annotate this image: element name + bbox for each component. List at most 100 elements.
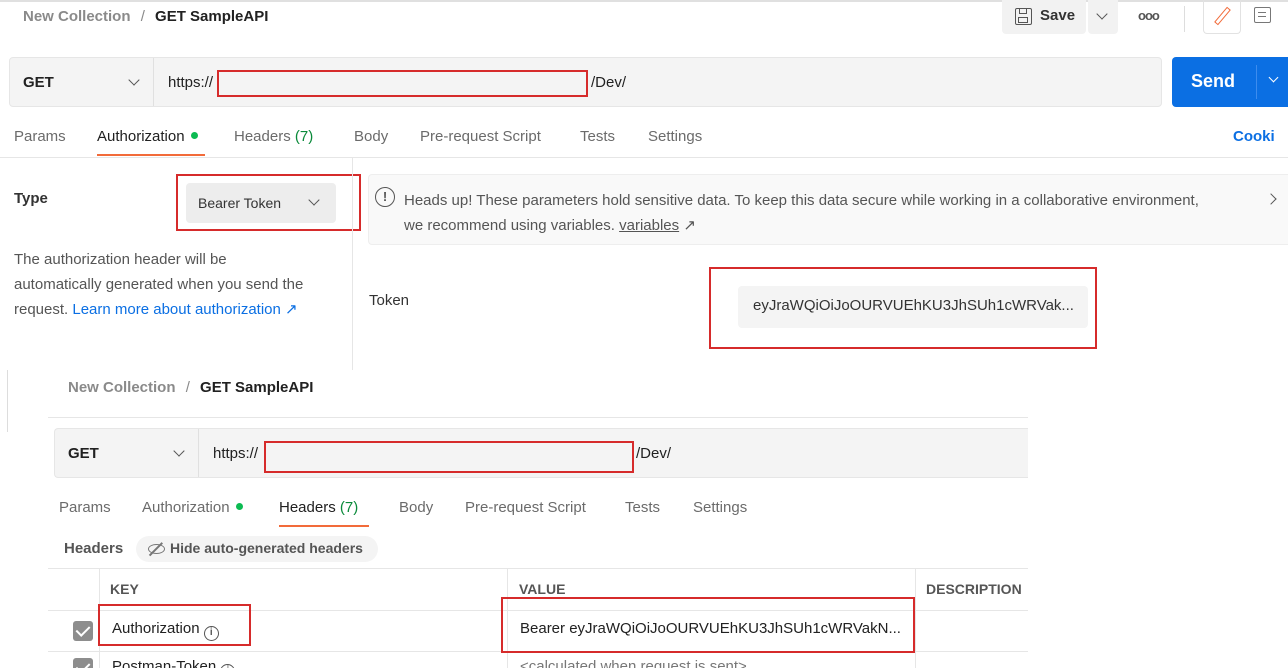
tab-authorization[interactable]: Authorization [97, 128, 198, 145]
tab-settings[interactable]: Settings [693, 499, 747, 516]
row-key-text: Authorization [112, 620, 200, 637]
url-input[interactable]: https:// /Dev/ [200, 429, 1028, 477]
external-link-icon: ↗ [683, 217, 696, 234]
tab-headers-count: (7) [339, 499, 359, 516]
url-suffix: /Dev/ [591, 74, 627, 91]
url-input[interactable]: https:// /Dev/ [155, 58, 1161, 106]
auth-column-divider [352, 158, 353, 370]
more-actions-button[interactable]: ooo [1138, 8, 1160, 23]
info-icon: ! [375, 187, 395, 207]
info-icon[interactable]: i [220, 664, 236, 668]
column-header-description: DESCRIPTION [926, 581, 1022, 597]
row-value: Bearer eyJraWQiOiJoOURVUEhKU3JhSUh1cWRVa… [520, 620, 901, 637]
tab-headers[interactable]: Headers (7) [234, 128, 313, 145]
bottom-window: New Collection / GET SampleAPI GET https… [0, 370, 1288, 668]
eye-off-icon [148, 542, 165, 556]
token-input[interactable]: eyJraWQiOiJoOURVUEhKU3JhSUh1cWRVak... [738, 286, 1088, 328]
chevron-down-icon [1096, 8, 1108, 20]
row-checkbox[interactable] [73, 621, 93, 641]
save-button[interactable]: Save [1002, 0, 1086, 34]
table-row: Postman-Token i <calculated when request… [48, 652, 1028, 668]
tab-authorization[interactable]: Authorization [142, 499, 243, 516]
row-key: Postman-Token i [112, 658, 236, 668]
tab-body[interactable]: Body [354, 128, 388, 145]
breadcrumb-request: GET SampleAPI [200, 379, 314, 396]
send-button[interactable]: Send [1172, 57, 1288, 107]
method-select[interactable]: GET [10, 58, 154, 106]
headers-title: Headers [64, 540, 124, 557]
hide-auto-headers-button[interactable]: Hide auto-generated headers [136, 536, 378, 562]
banner-line-1: Heads up! These parameters hold sensitiv… [404, 192, 1199, 209]
row-value: <calculated when request is sent> [520, 658, 747, 668]
tab-prerequest-script[interactable]: Pre-request Script [420, 128, 541, 145]
chevron-down-icon [128, 74, 140, 86]
breadcrumb-request: GET SampleAPI [155, 8, 269, 25]
auth-type-value: Bearer Token [198, 195, 282, 211]
tab-tests[interactable]: Tests [625, 499, 660, 516]
hide-auto-headers-label: Hide auto-generated headers [170, 540, 363, 556]
tab-authorization-label: Authorization [142, 499, 230, 516]
method-label: GET [23, 74, 54, 91]
table-top-border [48, 568, 1028, 569]
sensitive-data-banner: ! Heads up! These parameters hold sensit… [368, 174, 1288, 245]
save-dropdown-button[interactable] [1088, 0, 1118, 34]
row-key: Authorization i [112, 620, 219, 641]
url-prefix: https:// [168, 74, 214, 91]
auth-type-select[interactable]: Bearer Token [186, 183, 336, 223]
send-dropdown-icon[interactable] [1268, 72, 1279, 83]
chevron-down-icon [173, 445, 185, 457]
url-bar: GET https:// /Dev/ [54, 428, 1028, 478]
info-icon[interactable]: i [203, 626, 219, 641]
tab-body[interactable]: Body [399, 499, 433, 516]
tab-params[interactable]: Params [59, 499, 111, 516]
breadcrumb-divider [48, 417, 1028, 418]
auth-desc-line-2: automatically generated when you send th… [14, 276, 304, 293]
tab-headers-count: (7) [294, 128, 314, 145]
method-select[interactable]: GET [55, 429, 199, 477]
breadcrumb: New Collection / GET SampleAPI [23, 8, 268, 25]
banner-close-icon[interactable] [1265, 193, 1277, 205]
url-prefix: https:// [213, 445, 259, 462]
breadcrumb-separator: / [140, 8, 145, 25]
chevron-down-icon [308, 194, 320, 206]
auth-desc-line-1: The authorization header will be [14, 251, 227, 268]
save-icon [1015, 8, 1032, 25]
breadcrumb: New Collection / GET SampleAPI [68, 379, 313, 396]
row-checkbox[interactable] [73, 658, 93, 668]
token-label: Token [369, 292, 410, 309]
method-label: GET [68, 445, 99, 462]
side-edge [0, 370, 8, 432]
send-divider [1256, 65, 1257, 99]
breadcrumb-collection[interactable]: New Collection [68, 379, 176, 396]
tab-params[interactable]: Params [14, 128, 66, 145]
save-label: Save [1040, 7, 1076, 24]
tab-authorization-label: Authorization [97, 128, 185, 145]
learn-more-link[interactable]: Learn more about authorization ↗ [72, 301, 297, 318]
table-row: Authorization i Bearer eyJraWQiOiJoOURVU… [48, 611, 1028, 651]
edit-button[interactable] [1203, 0, 1241, 34]
comments-button[interactable] [1243, 0, 1288, 34]
pencil-icon [1214, 6, 1231, 26]
variables-link[interactable]: variables [619, 217, 679, 234]
breadcrumb-separator: / [185, 379, 190, 396]
status-dot [190, 132, 198, 139]
column-header-value: VALUE [519, 581, 566, 597]
tab-tests[interactable]: Tests [580, 128, 615, 145]
top-window: New Collection / GET SampleAPI Save ooo … [0, 0, 1288, 370]
tab-headers-label: Headers [234, 128, 291, 145]
auth-type-label: Type [14, 190, 48, 207]
token-value: eyJraWQiOiJoOURVUEhKU3JhSUh1cWRVak... [753, 297, 1074, 314]
toolbar-divider [1184, 6, 1185, 32]
auth-desc-line-3: request. Learn more about authorization … [14, 297, 344, 322]
url-bar: GET https:// /Dev/ [9, 57, 1162, 107]
tab-headers-label: Headers [279, 499, 336, 516]
breadcrumb-collection[interactable]: New Collection [23, 8, 131, 25]
auth-description: The authorization header will be automat… [14, 247, 344, 322]
tab-headers[interactable]: Headers (7) [279, 499, 358, 516]
banner-line-2-text: we recommend using variables. [404, 217, 620, 234]
tab-settings[interactable]: Settings [648, 128, 702, 145]
cookies-link[interactable]: Cooki [1233, 128, 1275, 145]
status-dot [235, 503, 243, 510]
tab-prerequest-script[interactable]: Pre-request Script [465, 499, 586, 516]
column-header-key: KEY [110, 581, 139, 597]
